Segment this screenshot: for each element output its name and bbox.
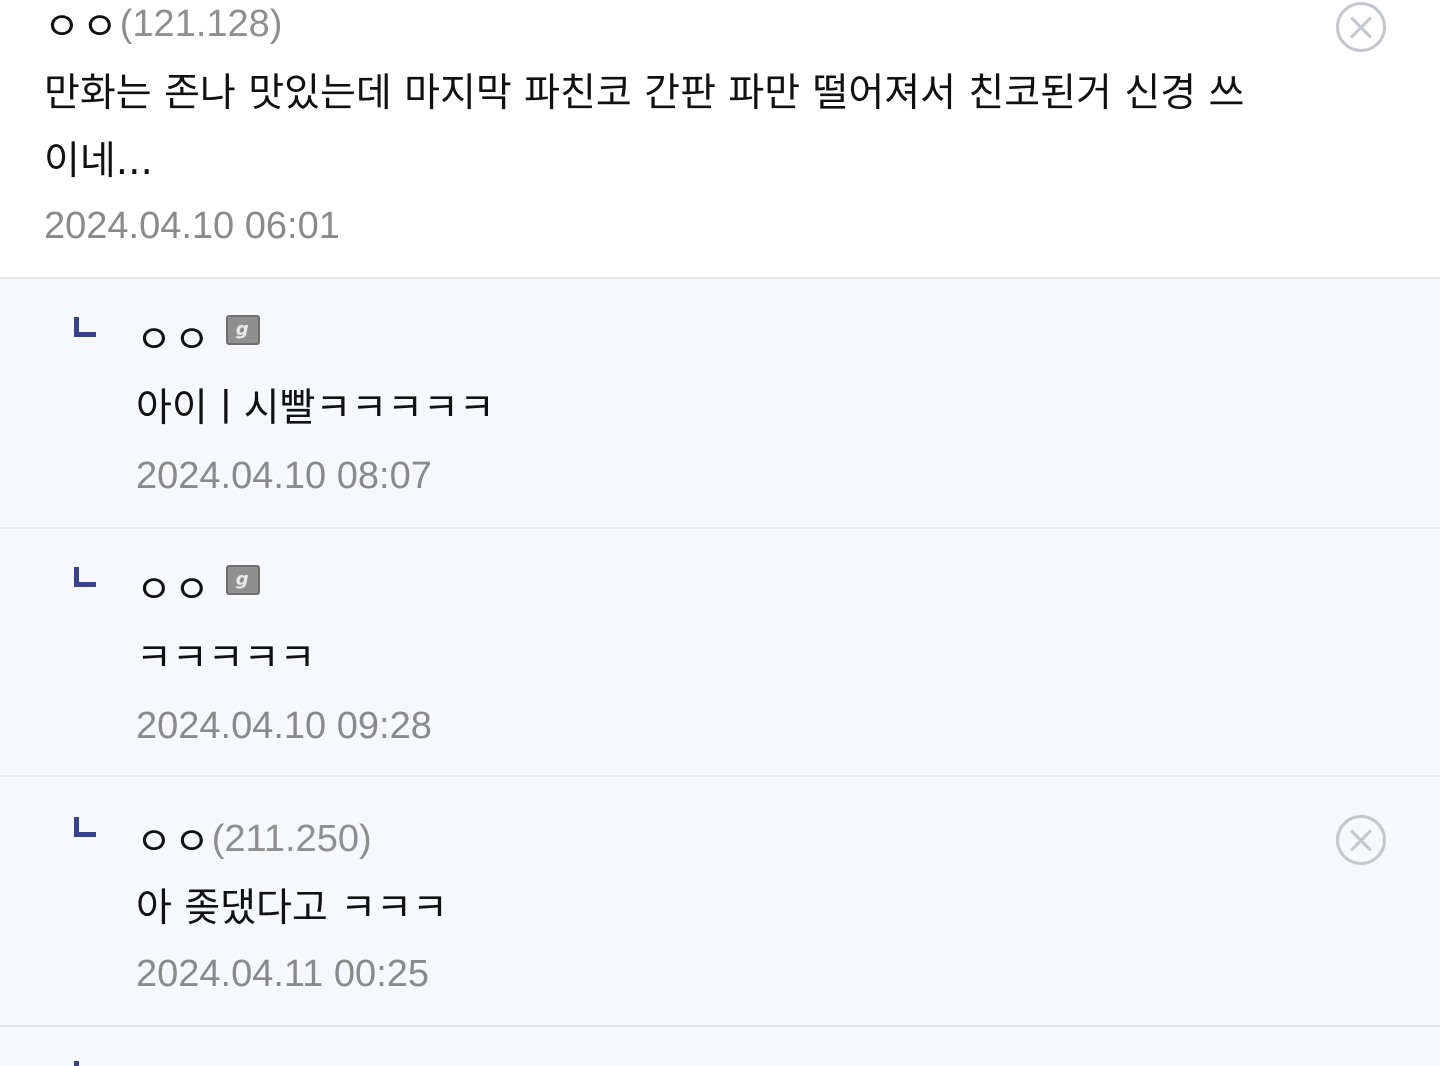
gallog-icon[interactable]: g — [225, 565, 260, 595]
comment-list: ㅇㅇ (121.128) 만화는 존나 맛있는데 마지막 파친코 간판 파만 떨… — [0, 0, 1440, 1066]
reply-arrow-icon — [74, 1061, 96, 1066]
comment-date: 2024.04.10 06:01 — [44, 205, 340, 247]
gallog-icon-glyph: g — [235, 319, 249, 340]
gallog-icon[interactable]: g — [225, 315, 260, 345]
ip-address: (211.250) — [211, 817, 372, 860]
comment-text: 만화는 존나 맛있는데 마지막 파친코 간판 파만 떨어져서 친코된거 신경 쓰… — [44, 60, 1244, 196]
comment-author: ㅇㅇ (211.250) — [136, 811, 372, 867]
comment-text-line: 이네... — [44, 139, 153, 184]
comment-date: 2024.04.10 08:07 — [136, 455, 432, 497]
ip-address: (121.128) — [119, 2, 283, 45]
reply-arrow-icon — [74, 317, 96, 337]
delete-comment-button[interactable] — [1336, 815, 1386, 865]
comment-author: ㅇㅇ g — [136, 309, 260, 365]
reply-item: ㅇㅇ (211.250) 아 좆댔다고 ㅋㅋㅋ 2024.04.11 00:25 — [0, 777, 1440, 1025]
nickname[interactable]: ㅇㅇ — [136, 309, 212, 365]
reply-arrow-icon — [74, 567, 96, 587]
comment-text-line: 만화는 존나 맛있는데 마지막 파친코 간판 파만 떨어져서 친코된거 신경 쓰 — [44, 71, 1245, 116]
comment-date: 2024.04.10 09:28 — [136, 705, 432, 747]
reply-item: ㅇㅇ g 아이ㅣ시빨ㅋㅋㅋㅋㅋ 2024.04.10 08:07 — [0, 279, 1440, 527]
reply-item — [0, 1027, 1440, 1066]
comment-text: ㅋㅋㅋㅋㅋ — [136, 636, 316, 681]
comment-text: 아 좆댔다고 ㅋㅋㅋ — [136, 886, 448, 931]
nickname[interactable]: ㅇㅇ — [44, 0, 120, 52]
delete-comment-button[interactable] — [1336, 2, 1386, 52]
gallog-icon-glyph: g — [235, 569, 249, 590]
reply-arrow-icon — [74, 817, 96, 837]
comment-date: 2024.04.11 00:25 — [136, 953, 430, 995]
comment-text: 아이ㅣ시빨ㅋㅋㅋㅋㅋ — [136, 386, 495, 431]
nickname[interactable]: ㅇㅇ — [136, 811, 212, 867]
comment-author: ㅇㅇ (121.128) — [44, 0, 282, 52]
comment-author: ㅇㅇ g — [136, 559, 260, 615]
comment-item: ㅇㅇ (121.128) 만화는 존나 맛있는데 마지막 파친코 간판 파만 떨… — [0, 0, 1440, 277]
reply-item: ㅇㅇ g ㅋㅋㅋㅋㅋ 2024.04.10 09:28 — [0, 529, 1440, 775]
nickname[interactable]: ㅇㅇ — [136, 559, 212, 615]
